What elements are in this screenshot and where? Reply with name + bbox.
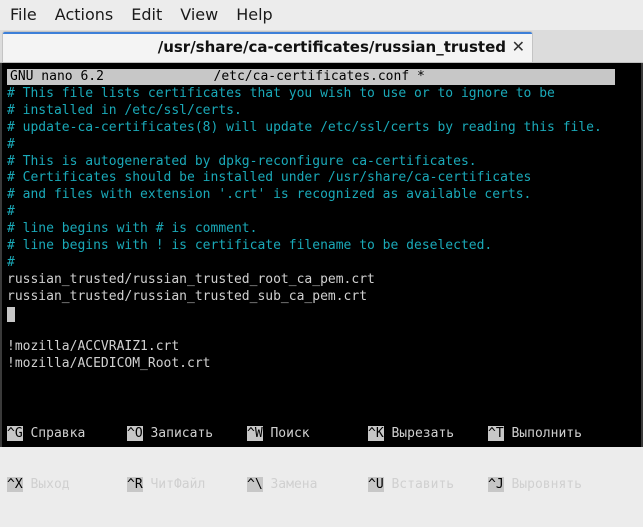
shortcut-item: ^\ Замена xyxy=(247,476,318,494)
nano-title-bar: GNU nano 6.2 /etc/ca-certificates.conf * xyxy=(7,69,615,85)
comment-line: # This file lists certificates that you … xyxy=(7,86,555,101)
comment-line: # Certificates should be installed under… xyxy=(7,170,532,186)
nano-header-text: GNU nano 6.2 /etc/ca-certificates.conf * xyxy=(10,69,425,84)
shortcut-item: ^J Выровнять xyxy=(488,476,582,494)
shortcut-label: ЧитФайл xyxy=(142,476,206,492)
terminal-view[interactable]: GNU nano 6.2 /etc/ca-certificates.conf *… xyxy=(0,63,643,492)
comment-line: # This is autogenerated by dpkg-reconfig… xyxy=(7,153,477,169)
shortcut-key: ^R xyxy=(127,476,143,492)
comment-line: # xyxy=(7,204,15,220)
tab-title: /usr/share/ca-certificates/russian_trust… xyxy=(157,38,506,56)
comment-line: # line begins with ! is certificate file… xyxy=(7,238,493,254)
editor-line: russian_trusted/russian_trusted_sub_ca_p… xyxy=(7,288,368,304)
shortcut-key: ^O xyxy=(127,425,143,441)
shortcut-key: ^T xyxy=(488,425,504,441)
terminal-tab[interactable]: /usr/share/ca-certificates/russian_trust… xyxy=(2,31,533,62)
close-tab-icon[interactable]: ✕ xyxy=(512,32,525,62)
shortcut-item: ^K Вырезать xyxy=(368,425,455,443)
shortcut-item: ^R ЧитФайл xyxy=(127,476,206,494)
shortcut-label: Записать xyxy=(142,425,214,441)
editor-buffer[interactable]: # This file lists certificates that you … xyxy=(7,86,602,373)
shortcut-item: ^O Записать xyxy=(127,425,214,443)
comment-line: # xyxy=(7,136,15,152)
shortcut-label: Замена xyxy=(262,476,318,492)
shortcut-label: Выровнять xyxy=(503,476,582,492)
shortcut-item: ^U Вставить xyxy=(368,476,455,494)
comment-line: # line begins with # is comment. xyxy=(7,221,258,237)
shortcut-item: ^W Поиск xyxy=(247,425,310,443)
editor-line: russian_trusted/russian_trusted_root_ca_… xyxy=(7,271,375,287)
shortcut-row: ^X Выход ^R ЧитФайл ^\ Замена ^U Вставить ^J… xyxy=(7,476,637,494)
shortcut-item: ^T Выполнить xyxy=(488,425,582,443)
shortcut-key: ^J xyxy=(488,476,504,492)
shortcut-key: ^U xyxy=(368,476,384,492)
shortcut-label: Выполнить xyxy=(503,425,582,441)
shortcut-key: ^X xyxy=(7,476,23,492)
shortcut-label: Вставить xyxy=(383,476,455,492)
comment-line: # update-ca-certificates(8) will update … xyxy=(7,119,602,135)
shortcut-label: Поиск xyxy=(262,425,310,441)
shortcut-label: Вырезать xyxy=(383,425,455,441)
tab-bar: /usr/share/ca-certificates/russian_trust… xyxy=(0,30,643,63)
menu-actions[interactable]: Actions xyxy=(46,0,122,30)
editor-line xyxy=(7,306,602,323)
comment-line: # installed in /etc/ssl/certs. xyxy=(7,102,242,118)
shortcut-key: ^\ xyxy=(247,476,263,492)
menu-help[interactable]: Help xyxy=(227,0,281,30)
menu-view[interactable]: View xyxy=(171,0,227,30)
shortcut-row: ^G Справка ^O Записать ^W Поиск ^K Вырезать… xyxy=(7,425,637,443)
shortcut-bar: ^G Справка ^O Записать ^W Поиск ^K Вырезать… xyxy=(7,392,637,527)
comment-line: # and files with extension '.crt' is rec… xyxy=(7,187,532,203)
editor-line: !mozilla/ACCVRAIZ1.crt xyxy=(7,339,180,355)
shortcut-key: ^G xyxy=(7,425,23,441)
menu-file[interactable]: File xyxy=(0,0,46,30)
shortcut-item: ^X Выход xyxy=(7,476,70,494)
editor-line: !mozilla/ACEDICOM_Root.crt xyxy=(7,356,211,372)
shortcut-item: ^G Справка xyxy=(7,425,86,443)
shortcut-key: ^W xyxy=(247,425,263,441)
menu-edit[interactable]: Edit xyxy=(122,0,171,30)
text-cursor xyxy=(7,306,15,322)
shortcut-label: Справка xyxy=(22,425,86,441)
shortcut-label: Выход xyxy=(22,476,70,492)
menu-bar: File Actions Edit View Help xyxy=(0,0,643,30)
comment-line: # xyxy=(7,254,15,270)
shortcut-key: ^K xyxy=(368,425,384,441)
